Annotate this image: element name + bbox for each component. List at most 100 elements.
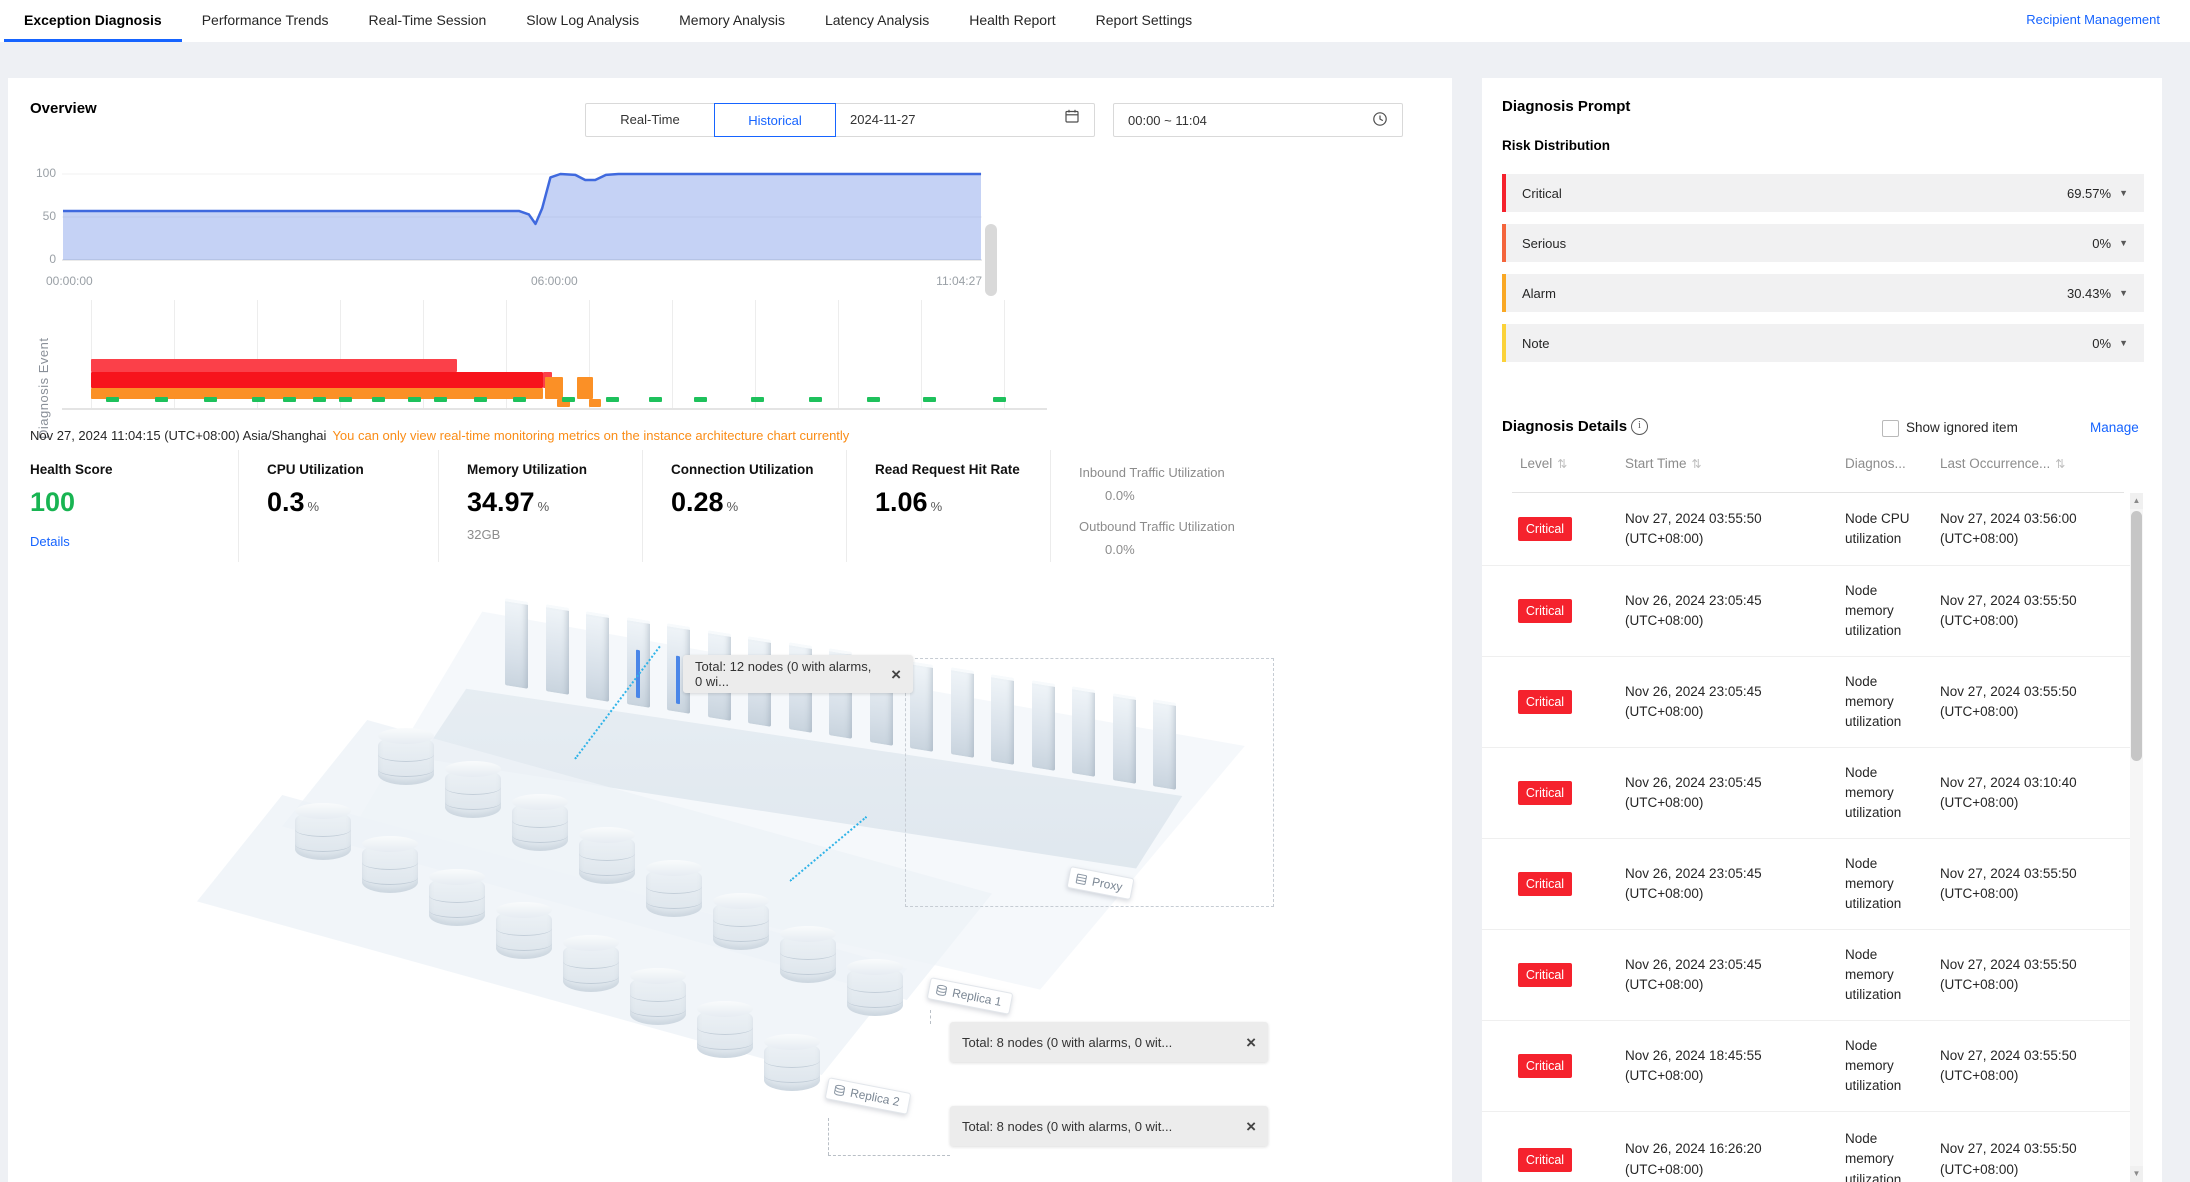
- close-icon[interactable]: ×: [1246, 1034, 1256, 1051]
- memory-total: 32GB: [467, 527, 642, 542]
- db-cylinder-ring: [847, 993, 903, 1008]
- risk-row-alarm[interactable]: Alarm30.43%▼: [1502, 274, 2144, 312]
- connection-label: Connection Utilization: [671, 462, 846, 477]
- top-navbar: Exception DiagnosisPerformance TrendsRea…: [0, 0, 2190, 42]
- close-icon[interactable]: ×: [1246, 1118, 1256, 1135]
- recipient-management-link[interactable]: Recipient Management: [2026, 0, 2160, 40]
- risk-label: Critical: [1522, 186, 1562, 201]
- event-gridline: [921, 300, 922, 408]
- replica1-node-tag[interactable]: Replica 1: [927, 977, 1014, 1015]
- details-link[interactable]: Details: [30, 534, 70, 549]
- db-cylinder-ring: [646, 894, 702, 909]
- note-event-dash: [923, 397, 936, 402]
- tab-real-time-session[interactable]: Real-Time Session: [349, 0, 507, 42]
- time-range-picker[interactable]: 00:00 ~ 11:04: [1113, 103, 1403, 137]
- db-cylinder-ring: [295, 837, 351, 852]
- scroll-down-icon[interactable]: ▼: [2130, 1166, 2143, 1182]
- db-cylinder-ring: [697, 1020, 753, 1035]
- risk-row-critical[interactable]: Critical69.57%▼: [1502, 174, 2144, 212]
- tab-report-settings[interactable]: Report Settings: [1076, 0, 1213, 42]
- chevron-down-icon[interactable]: ▼: [2119, 238, 2128, 248]
- note-event-dash: [313, 397, 326, 402]
- table-row[interactable]: CriticalNov 26, 2024 23:05:45 (UTC+08:00…: [1482, 657, 2134, 748]
- col-header-last-occurrence: Last Occurrence...⇅: [1940, 456, 2065, 471]
- table-scrollbar-handle[interactable]: [2131, 511, 2142, 761]
- date-picker[interactable]: 2024-11-27: [836, 104, 1094, 136]
- note-event-dash: [513, 397, 526, 402]
- chart-scrollbar-handle[interactable]: [985, 224, 997, 296]
- note-event-dash: [867, 397, 880, 402]
- db-cylinder-ring: [646, 879, 702, 894]
- table-row[interactable]: CriticalNov 26, 2024 18:45:55 (UTC+08:00…: [1482, 1021, 2134, 1112]
- tab-slow-log-analysis[interactable]: Slow Log Analysis: [506, 0, 659, 42]
- replica2-node-tag[interactable]: Replica 2: [825, 1077, 912, 1115]
- start-time-cell: Nov 26, 2024 23:05:45 (UTC+08:00): [1625, 566, 1825, 656]
- show-ignored-checkbox[interactable]: [1882, 420, 1899, 437]
- sort-icon[interactable]: ⇅: [1692, 457, 1702, 471]
- level-badge: Critical: [1518, 1148, 1572, 1172]
- table-row[interactable]: CriticalNov 26, 2024 23:05:45 (UTC+08:00…: [1482, 839, 2134, 930]
- diagnosis-item-cell: Node memory utilization: [1845, 930, 1925, 1020]
- sort-icon[interactable]: ⇅: [2055, 457, 2065, 471]
- replica1-connector: [930, 1010, 931, 1024]
- replica2-db-node: [630, 975, 686, 1025]
- db-cylinder-top: [764, 1034, 820, 1050]
- db-cylinder-ring: [378, 747, 434, 762]
- risk-label: Serious: [1522, 236, 1566, 251]
- last-occurrence-cell: Nov 27, 2024 03:55:50 (UTC+08:00): [1940, 1112, 2118, 1182]
- replica1-db-node: [780, 933, 836, 983]
- chevron-down-icon[interactable]: ▼: [2119, 338, 2128, 348]
- metric-memory: Memory Utilization 34.97% 32GB: [438, 450, 642, 562]
- health-score-label: Health Score: [30, 462, 238, 477]
- risk-value: 0%▼: [2092, 336, 2128, 351]
- overview-area-chart: [62, 166, 982, 270]
- db-cylinder-top: [362, 836, 418, 852]
- replica2-db-node: [496, 909, 552, 959]
- risk-label: Alarm: [1522, 286, 1556, 301]
- alarm-event-bar: [545, 377, 563, 399]
- table-row[interactable]: CriticalNov 26, 2024 23:05:45 (UTC+08:00…: [1482, 930, 2134, 1021]
- tab-health-report[interactable]: Health Report: [949, 0, 1075, 42]
- table-row[interactable]: CriticalNov 26, 2024 16:26:20 (UTC+08:00…: [1482, 1112, 2134, 1182]
- level-badge: Critical: [1518, 517, 1572, 541]
- proxy-label: Proxy: [1091, 875, 1124, 895]
- tab-memory-analysis[interactable]: Memory Analysis: [659, 0, 805, 42]
- db-cylinder-top: [780, 926, 836, 942]
- chevron-down-icon[interactable]: ▼: [2119, 188, 2128, 198]
- diagnosis-details-title: Diagnosis Details i: [1502, 418, 1648, 435]
- close-icon[interactable]: ×: [891, 666, 901, 683]
- col-header-diagnosis: Diagnos...: [1845, 456, 1906, 471]
- chevron-down-icon[interactable]: ▼: [2119, 288, 2128, 298]
- manage-link[interactable]: Manage: [2090, 420, 2139, 435]
- tab-performance-trends[interactable]: Performance Trends: [182, 0, 349, 42]
- historical-button[interactable]: Historical: [714, 103, 836, 137]
- table-row[interactable]: CriticalNov 27, 2024 03:55:50 (UTC+08:00…: [1482, 493, 2134, 566]
- diagnosis-table: Critical Nov 27, 2024 03:55:50 (UTC+08:00…: [1482, 493, 2134, 1182]
- replica2-db-node: [764, 1041, 820, 1091]
- db-cylinder-top: [579, 827, 635, 843]
- scroll-up-icon[interactable]: ▲: [2130, 493, 2143, 509]
- y-tick-100: 100: [16, 166, 56, 180]
- instance-architecture-chart[interactable]: Proxy Replica 1 Replica 2 Total: 12 node…: [8, 563, 1452, 1182]
- replica2-db-node: [429, 876, 485, 926]
- info-icon[interactable]: i: [1631, 418, 1648, 435]
- col-header-start-time: Start Time⇅: [1625, 456, 1702, 471]
- db-cylinder-ring: [496, 921, 552, 936]
- table-row[interactable]: CriticalNov 26, 2024 23:05:45 (UTC+08:00…: [1482, 748, 2134, 839]
- db-cylinder-ring: [512, 813, 568, 828]
- level-badge: Critical: [1518, 1054, 1572, 1078]
- tab-exception-diagnosis[interactable]: Exception Diagnosis: [4, 0, 182, 42]
- sort-icon[interactable]: ⇅: [1557, 457, 1567, 471]
- note-event-dash: [106, 397, 119, 402]
- tab-latency-analysis[interactable]: Latency Analysis: [805, 0, 949, 42]
- critical-event-bar: [91, 359, 457, 372]
- risk-row-note[interactable]: Note0%▼: [1502, 324, 2144, 362]
- proxy-server-blade: [546, 604, 569, 695]
- realtime-button[interactable]: Real-Time: [586, 104, 714, 136]
- db-cylinder-ring: [429, 888, 485, 903]
- table-row[interactable]: CriticalNov 26, 2024 23:05:45 (UTC+08:00…: [1482, 566, 2134, 657]
- risk-row-serious[interactable]: Serious0%▼: [1502, 224, 2144, 262]
- cpu-label: CPU Utilization: [267, 462, 438, 477]
- current-timestamp: Nov 27, 2024 11:04:15 (UTC+08:00) Asia/S…: [30, 428, 849, 443]
- db-cylinder-ring: [630, 987, 686, 1002]
